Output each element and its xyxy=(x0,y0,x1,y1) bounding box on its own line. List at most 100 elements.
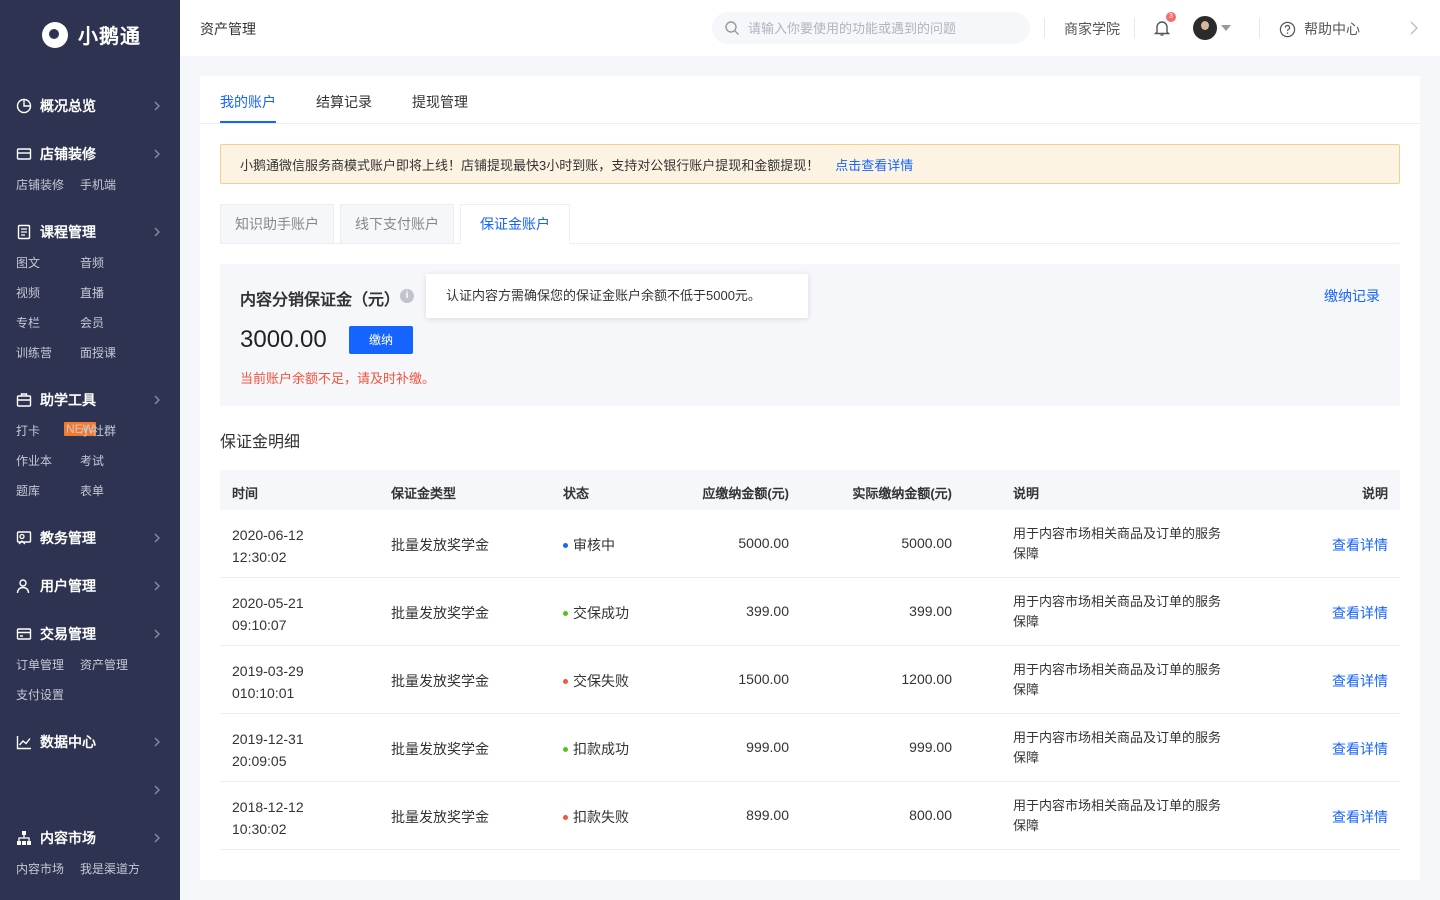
view-detail-link[interactable]: 查看详情 xyxy=(1332,603,1388,623)
chevron-right-icon xyxy=(154,785,160,795)
cell-type: 批量发放奖学金 xyxy=(391,809,489,825)
cell-due-amount: 899.00 xyxy=(746,807,789,823)
status-dot xyxy=(563,542,568,548)
cell-time: 2020-05-21 09:10:07 xyxy=(232,592,304,636)
sidebar-subitem-camp[interactable]: 训练营 xyxy=(16,338,80,368)
cell-description: 用于内容市场相关商品及订单的服务保障 xyxy=(1013,798,1222,833)
nav-item-shop[interactable]: 店铺装修 xyxy=(0,144,180,164)
account-tabs: 我的账户 结算记录 提现管理 xyxy=(200,76,1420,124)
help-icon xyxy=(1279,21,1296,37)
column-header: 应缴纳金额(元) xyxy=(702,486,789,501)
topbar: 资产管理 商家学院 3 帮助中心 xyxy=(180,0,1440,56)
course-icon xyxy=(16,224,32,240)
sidebar-subitem-form[interactable]: 表单 xyxy=(80,476,144,506)
tab-my-account[interactable]: 我的账户 xyxy=(220,92,276,112)
sidebar-subitem-video[interactable]: 视频 xyxy=(16,278,80,308)
active-tab-indicator xyxy=(220,121,276,123)
subtab-deposit-account[interactable]: 保证金账户 xyxy=(460,204,570,244)
nav-item-overview[interactable]: 概况总览 xyxy=(0,96,180,116)
table-row: 2019-03-29 010:10:01 批量发放奖学金 交保失败 1500.00 120… xyxy=(220,646,1400,714)
cell-due-amount: 399.00 xyxy=(746,603,789,619)
toolbox-icon xyxy=(16,392,32,408)
status-label: 审核中 xyxy=(573,537,615,553)
payment-record-link[interactable]: 缴纳记录 xyxy=(1324,286,1380,306)
sidebar-subitem-homework[interactable]: 作业本 xyxy=(16,446,80,476)
nav-item-user[interactable]: 用户管理 xyxy=(0,576,180,596)
status-dot xyxy=(563,746,568,752)
nav-label: 课程管理 xyxy=(40,224,96,240)
nav-item-market[interactable]: 内容市场 xyxy=(0,828,180,848)
deposit-tooltip: 认证内容方需确保您的保证金账户余额不低于5000元。 xyxy=(426,274,808,318)
cell-time: 2020-06-12 12:30:02 xyxy=(232,524,304,568)
sidebar-subitem-checkin[interactable]: 打卡 NEW xyxy=(16,416,97,446)
nav-item-trade[interactable]: 交易管理 xyxy=(0,624,180,644)
notice-detail-link[interactable]: 点击查看详情 xyxy=(835,155,913,174)
sidebar-subitem-member[interactable]: 会员 xyxy=(80,308,144,338)
sidebar-subitem-content-market[interactable]: 内容市场 xyxy=(16,854,80,884)
view-detail-link[interactable]: 查看详情 xyxy=(1332,535,1388,555)
cell-due-amount: 5000.00 xyxy=(738,535,789,551)
divider xyxy=(1134,18,1135,38)
nav-label: 店铺装修 xyxy=(40,146,96,162)
data-icon xyxy=(16,734,32,750)
chevron-right-icon xyxy=(154,581,160,591)
search-icon xyxy=(725,21,739,35)
cell-time: 2018-12-12 10:30:02 xyxy=(232,796,304,840)
tab-settlement[interactable]: 结算记录 xyxy=(316,92,372,112)
status-label: 交保失败 xyxy=(573,673,629,689)
view-detail-link[interactable]: 查看详情 xyxy=(1332,739,1388,759)
view-detail-link[interactable]: 查看详情 xyxy=(1332,671,1388,691)
sidebar-subitem-payment-settings[interactable]: 支付设置 xyxy=(16,680,80,710)
notification-count: 3 xyxy=(1166,12,1176,22)
column-header: 保证金类型 xyxy=(391,486,457,501)
avatar[interactable] xyxy=(1193,16,1217,40)
cell-paid-amount: 5000.00 xyxy=(901,535,952,551)
sidebar-subitem-article[interactable]: 图文 xyxy=(16,248,80,278)
sidebar-subitem-orders[interactable]: 订单管理 xyxy=(16,650,80,680)
subtab-offline-account[interactable]: 线下支付账户 xyxy=(340,204,454,244)
sidebar-subitem-shop-decor[interactable]: 店铺装修 xyxy=(16,170,80,200)
cell-due-amount: 999.00 xyxy=(746,739,789,755)
logo[interactable]: 小鹅通 xyxy=(42,20,141,49)
pay-button[interactable]: 缴纳 xyxy=(349,326,413,354)
cell-paid-amount: 800.00 xyxy=(909,807,952,823)
nav-item-data[interactable]: 数据中心 xyxy=(0,732,180,752)
nav-label: 概况总览 xyxy=(40,98,96,114)
sidebar-subitem-channel[interactable]: 我是渠道方 xyxy=(80,854,160,884)
cell-clock: 20:09:05 xyxy=(232,753,287,769)
search-input[interactable] xyxy=(748,20,1008,36)
sidebar-subitem-community[interactable]: 小社群 xyxy=(80,416,144,446)
sidebar-subitem-live[interactable]: 直播 xyxy=(80,278,144,308)
status-dot xyxy=(563,814,568,820)
academy-link[interactable]: 商家学院 xyxy=(1064,19,1120,39)
chevron-right-icon xyxy=(154,737,160,747)
nav-item-tools[interactable]: 助学工具 xyxy=(0,390,180,410)
search-box[interactable] xyxy=(712,12,1030,44)
sidebar-subitem-audio[interactable]: 音频 xyxy=(80,248,144,278)
tab-withdrawal[interactable]: 提现管理 xyxy=(412,92,468,112)
notice-banner: 小鹅通微信服务商模式账户即将上线！店铺提现最快3小时到账，支持对公银行账户提现和… xyxy=(220,144,1400,184)
sidebar-subitem-offline-class[interactable]: 面授课 xyxy=(80,338,144,368)
column-header: 说明 xyxy=(1361,486,1388,501)
deposit-title: 内容分销保证金（元） xyxy=(240,292,401,309)
chevron-right-icon xyxy=(154,227,160,237)
cell-type: 批量发放奖学金 xyxy=(391,537,489,553)
nav-item-course[interactable]: 课程管理 xyxy=(0,222,180,242)
sidebar-subitem-question-bank[interactable]: 题库 xyxy=(16,476,80,506)
subtab-knowledge-account[interactable]: 知识助手账户 xyxy=(220,204,334,244)
nav-group-shop: 店铺装修 店铺装修 手机端 xyxy=(0,144,180,200)
status-dot xyxy=(563,610,568,616)
nav-item-academic[interactable]: 教务管理 xyxy=(0,528,180,548)
sidebar-subitem-exam[interactable]: 考试 xyxy=(80,446,144,476)
chevron-right-icon[interactable] xyxy=(1407,20,1421,36)
sidebar-subitem-column[interactable]: 专栏 xyxy=(16,308,80,338)
info-icon[interactable]: i xyxy=(400,289,414,303)
caret-down-icon[interactable] xyxy=(1221,25,1231,31)
table-header: 时间 保证金类型 状态 应缴纳金额(元) 实际缴纳金额(元) 说明 说明 xyxy=(220,470,1400,510)
cell-status: 扣款失败 xyxy=(563,807,629,827)
nav-item-blank[interactable] xyxy=(0,780,180,800)
view-detail-link[interactable]: 查看详情 xyxy=(1332,807,1388,827)
sidebar-subitem-assets[interactable]: 资产管理 xyxy=(80,650,144,680)
sidebar-subitem-mobile[interactable]: 手机端 xyxy=(80,170,144,200)
help-center-link[interactable]: 帮助中心 xyxy=(1279,19,1360,39)
